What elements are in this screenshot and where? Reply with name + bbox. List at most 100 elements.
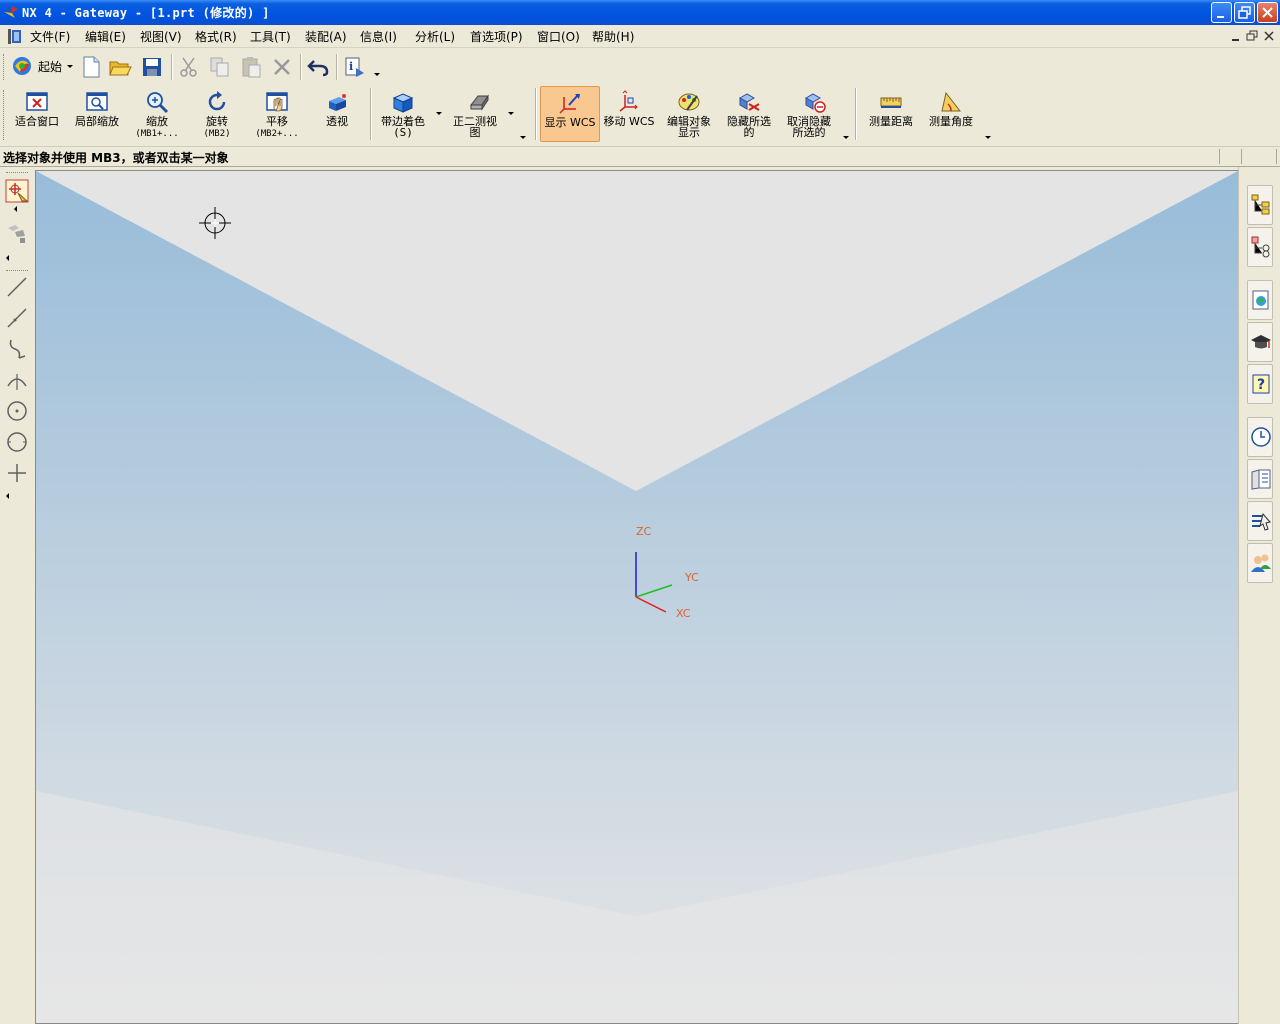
measure-distance-button[interactable]: 测量距离 bbox=[862, 86, 920, 142]
menu-analysis[interactable]: 分析(L) bbox=[415, 28, 455, 45]
menu-file[interactable]: 文件(F) bbox=[30, 28, 70, 45]
fit-window-label: 适合窗口 bbox=[15, 115, 59, 128]
select-filter-icon[interactable] bbox=[5, 179, 29, 203]
arc-icon[interactable] bbox=[5, 368, 29, 392]
zoom-label: 缩放 bbox=[146, 115, 168, 128]
measure-angle-button[interactable]: 测量角度 bbox=[922, 86, 992, 142]
cue-line-text: 选择对象并使用 MB3，或者双击某一对象 bbox=[3, 151, 229, 165]
shaded-edges-icon bbox=[392, 93, 414, 113]
zoom-area-icon bbox=[86, 92, 108, 111]
resource-tab-training[interactable] bbox=[1247, 322, 1273, 362]
cue-line: 选择对象并使用 MB3，或者双击某一对象 bbox=[0, 147, 1280, 167]
new-icon[interactable] bbox=[79, 55, 103, 79]
display-wcs-button[interactable]: 显示 WCS bbox=[540, 86, 600, 142]
circle-icon[interactable] bbox=[5, 430, 29, 454]
info-dropdown-button[interactable]: i bbox=[342, 53, 382, 81]
minimize-button[interactable] bbox=[1211, 2, 1232, 23]
circle-center-icon[interactable] bbox=[5, 399, 29, 423]
shaded-edges-button[interactable]: 带边着色 (S) bbox=[374, 86, 442, 142]
graphics-window[interactable]: ZC YC XC bbox=[35, 170, 1239, 1024]
perspective-button[interactable]: 透视 bbox=[308, 86, 366, 142]
restore-icon bbox=[1238, 6, 1251, 19]
edit-object-display-button[interactable]: 编辑对象 显示 bbox=[660, 86, 718, 142]
spline-icon[interactable] bbox=[5, 337, 29, 361]
dimetric-view-button[interactable]: 正二测视 图 bbox=[444, 86, 530, 142]
svg-text:?: ? bbox=[1257, 377, 1265, 393]
zoom-area-button[interactable]: 局部缩放 bbox=[68, 86, 126, 142]
line-by-point-icon[interactable] bbox=[5, 306, 29, 330]
display-wcs-icon bbox=[559, 94, 580, 114]
start-button[interactable]: 起始 bbox=[9, 53, 75, 79]
save-icon[interactable] bbox=[140, 55, 164, 79]
cut-icon[interactable] bbox=[177, 55, 201, 79]
measure-distance-icon bbox=[880, 97, 902, 108]
menu-window[interactable]: 窗口(O) bbox=[537, 28, 580, 45]
line-icon[interactable] bbox=[5, 275, 29, 299]
shaded-edges-sublabel: (S) bbox=[393, 126, 413, 139]
menu-bar: 文件(F) 编辑(E) 视图(V) 格式(R) 工具(T) 装配(A) 信息(I… bbox=[0, 25, 1280, 48]
menu-preferences[interactable]: 首选项(P) bbox=[470, 28, 523, 45]
mdi-close-button[interactable] bbox=[1262, 29, 1276, 43]
chevron-down-icon bbox=[520, 136, 526, 139]
window-title: NX 4 - Gateway - [1.prt (修改的) ] bbox=[22, 6, 270, 20]
resource-tab-reuse-library[interactable] bbox=[1247, 459, 1273, 499]
point-icon[interactable] bbox=[5, 461, 29, 485]
left-toolbar bbox=[0, 167, 34, 1024]
title-bar[interactable]: NX 4 - Gateway - [1.prt (修改的) ] bbox=[0, 0, 1280, 25]
rotate-button[interactable]: 旋转 (MB2) bbox=[188, 86, 246, 142]
resource-tab-help[interactable]: ? bbox=[1247, 364, 1273, 404]
toolbar-grip[interactable] bbox=[6, 270, 28, 272]
move-wcs-button[interactable]: 移动 WCS bbox=[600, 86, 658, 142]
chevron-down-icon bbox=[843, 136, 849, 139]
copy-icon[interactable] bbox=[208, 55, 232, 79]
graduation-cap-icon bbox=[1251, 335, 1271, 349]
chevron-left-icon[interactable] bbox=[6, 493, 9, 499]
chevron-left-icon[interactable] bbox=[14, 206, 17, 212]
fit-window-icon bbox=[26, 92, 48, 111]
unhide-selected-sublabel: 所选的 bbox=[792, 126, 826, 139]
snap-point-icon[interactable] bbox=[5, 222, 29, 246]
chevron-left-icon[interactable] bbox=[6, 255, 9, 261]
dimetric-view-sublabel: 图 bbox=[469, 126, 481, 139]
toolbar-grip[interactable] bbox=[3, 90, 7, 140]
part-menu-icon bbox=[8, 29, 21, 44]
restore-button[interactable] bbox=[1234, 2, 1255, 23]
unhide-selected-button[interactable]: 取消隐藏 所选的 bbox=[780, 86, 850, 142]
close-button[interactable] bbox=[1257, 2, 1278, 23]
unhide-selected-icon bbox=[804, 93, 826, 113]
zoom-button[interactable]: 缩放 (MB1+... bbox=[128, 86, 186, 142]
resource-tab-process-studio[interactable] bbox=[1247, 501, 1273, 541]
undo-icon[interactable] bbox=[306, 55, 330, 79]
hide-selected-button[interactable]: 隐藏所选 的 bbox=[720, 86, 778, 142]
resource-tab-history[interactable] bbox=[1247, 417, 1273, 457]
fit-window-button[interactable]: 适合窗口 bbox=[8, 86, 66, 142]
resource-tab-web-browser[interactable] bbox=[1247, 280, 1273, 320]
zoom-icon bbox=[147, 92, 169, 114]
menu-view[interactable]: 视图(V) bbox=[140, 28, 182, 45]
paste-icon[interactable] bbox=[239, 55, 263, 79]
mdi-minimize-button[interactable] bbox=[1229, 29, 1243, 43]
graphics-canvas[interactable]: ZC YC XC bbox=[36, 171, 1238, 1023]
mdi-restore-button[interactable] bbox=[1245, 29, 1259, 43]
toolbar-grip[interactable] bbox=[3, 54, 7, 80]
standard-toolbar: 起始 i bbox=[0, 48, 1280, 84]
hide-selected-icon bbox=[738, 93, 760, 111]
menu-edit[interactable]: 编辑(E) bbox=[85, 28, 126, 45]
menu-tools[interactable]: 工具(T) bbox=[250, 28, 291, 45]
menu-help[interactable]: 帮助(H) bbox=[592, 28, 634, 45]
delete-icon[interactable] bbox=[270, 55, 294, 79]
resource-tab-part-navigator[interactable] bbox=[1247, 227, 1273, 267]
zoom-sublabel: (MB1+... bbox=[135, 129, 179, 139]
menu-assemblies[interactable]: 装配(A) bbox=[305, 28, 347, 45]
zoom-area-label: 局部缩放 bbox=[75, 115, 119, 128]
move-wcs-icon bbox=[619, 90, 638, 112]
toolbar-grip[interactable] bbox=[6, 172, 28, 174]
resource-tab-roles[interactable] bbox=[1247, 543, 1273, 583]
pan-button[interactable]: 平移 (MB2+... bbox=[248, 86, 306, 142]
move-wcs-label: 移动 WCS bbox=[603, 115, 655, 128]
resource-tab-assembly-navigator[interactable] bbox=[1247, 185, 1273, 225]
menu-information[interactable]: 信息(I) bbox=[360, 28, 397, 45]
menu-format[interactable]: 格式(R) bbox=[195, 28, 237, 45]
open-icon[interactable] bbox=[108, 55, 132, 79]
nx-app-icon bbox=[4, 6, 18, 18]
